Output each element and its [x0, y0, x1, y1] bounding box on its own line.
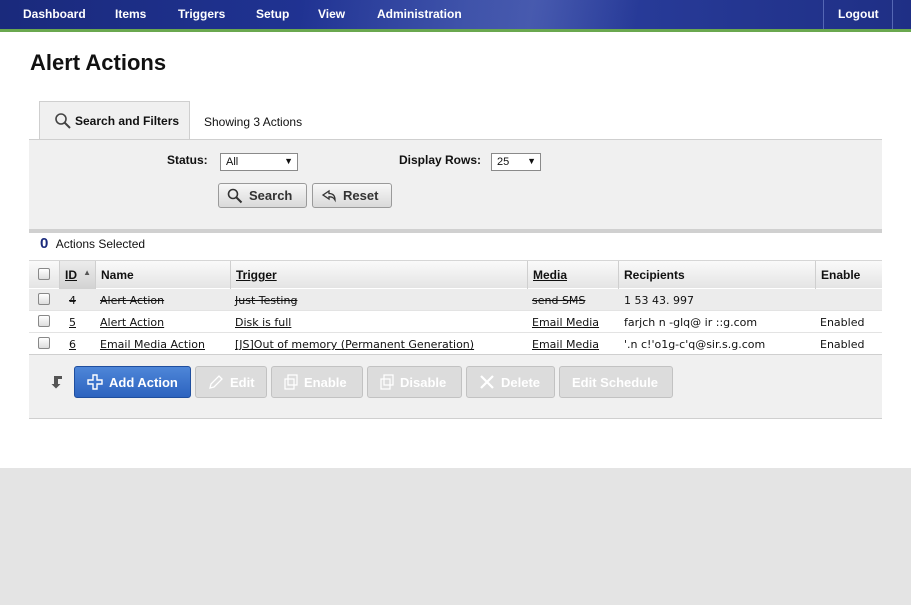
table-row: 5 Alert Action Disk is full Email Media … [29, 311, 882, 333]
status-select[interactable]: All ▼ [220, 153, 298, 171]
add-action-label: Add Action [109, 374, 178, 390]
row-media[interactable]: send SMS [532, 294, 585, 307]
row-trigger[interactable]: [JS]Out of memory (Permanent Generation) [235, 338, 474, 351]
nav-view[interactable]: View [318, 7, 345, 21]
enable-label: Enable [304, 374, 347, 390]
table-header: ID ▲ Name Trigger Media Recipients Enabl… [29, 260, 882, 289]
row-checkbox[interactable] [38, 315, 50, 327]
nav-dashboard[interactable]: Dashboard [23, 7, 86, 21]
row-id[interactable]: 6 [69, 338, 76, 351]
row-recipients: '.n c!'o1g-c'q@sir.s.g.com [624, 338, 766, 351]
logout-link[interactable]: Logout [838, 7, 879, 21]
edit-button[interactable]: Edit [195, 366, 267, 398]
header-select-all [29, 261, 59, 289]
edit-schedule-button[interactable]: Edit Schedule [559, 366, 673, 398]
dropdown-arrow-icon: ▼ [284, 156, 293, 166]
row-recipients: farjch n -glq@ ir ::g.com [624, 316, 758, 329]
column-id[interactable]: ID ▲ [59, 261, 95, 289]
delete-icon [480, 375, 494, 389]
disable-label: Disable [400, 374, 447, 390]
tab-search-filters[interactable]: Search and Filters [39, 101, 190, 140]
row-name[interactable]: Alert Action [100, 294, 164, 307]
row-enable: Enabled [820, 316, 865, 329]
status-select-value: All [226, 156, 239, 168]
row-media[interactable]: Email Media [532, 316, 599, 329]
select-all-checkbox[interactable] [38, 268, 50, 280]
reset-icon [321, 189, 336, 202]
column-enable: Enable [815, 261, 882, 289]
nav-triggers[interactable]: Triggers [178, 7, 225, 21]
divider [29, 229, 882, 233]
row-checkbox[interactable] [38, 293, 50, 305]
row-id[interactable]: 5 [69, 316, 76, 329]
row-name[interactable]: Email Media Action [100, 338, 205, 351]
plus-icon [87, 374, 103, 390]
nav-items[interactable]: Items [115, 7, 146, 21]
delete-button[interactable]: Delete [466, 366, 555, 398]
row-trigger[interactable]: Just Testing [235, 294, 297, 307]
add-action-button[interactable]: Add Action [74, 366, 191, 398]
nav-administration[interactable]: Administration [377, 7, 462, 21]
disable-icon [380, 374, 394, 390]
status-label: Status: [167, 153, 208, 167]
column-recipients: Recipients [618, 261, 815, 289]
enable-icon [284, 374, 298, 390]
selected-count: 0 [40, 235, 49, 252]
column-name: Name [95, 261, 230, 289]
search-icon [54, 112, 72, 130]
top-navigation: Dashboard Items Triggers Setup View Admi… [0, 0, 911, 32]
row-enable: Enabled [820, 338, 865, 351]
search-button-label: Search [249, 188, 293, 203]
column-trigger[interactable]: Trigger [230, 261, 527, 289]
page-title: Alert Actions [30, 50, 167, 75]
showing-count: Showing 3 Actions [204, 115, 303, 129]
disable-button[interactable]: Disable [367, 366, 462, 398]
display-rows-value: 25 [497, 156, 510, 168]
edit-schedule-label: Edit Schedule [572, 374, 658, 390]
nav-setup[interactable]: Setup [256, 7, 289, 21]
filter-panel: Status: All ▼ Display Rows: 25 ▼ Search … [29, 139, 882, 229]
row-recipients: 1 53 43. 997 [624, 294, 694, 307]
delete-label: Delete [501, 374, 541, 390]
row-media[interactable]: Email Media [532, 338, 599, 351]
sort-asc-icon: ▲ [83, 268, 91, 277]
tab-search-filters-label: Search and Filters [75, 114, 180, 128]
footer-area [0, 468, 911, 605]
row-name[interactable]: Alert Action [100, 316, 164, 329]
display-rows-label: Display Rows: [399, 153, 482, 167]
display-rows-select[interactable]: 25 ▼ [491, 153, 541, 171]
selected-label: Actions Selected [55, 237, 146, 251]
search-button[interactable]: Search [218, 183, 307, 208]
row-checkbox[interactable] [38, 337, 50, 349]
dropdown-arrow-icon: ▼ [527, 156, 536, 166]
action-bar: Add Action Edit Enable Disable Delete Ed… [29, 354, 882, 419]
pencil-icon [209, 375, 223, 389]
arrow-down-icon [51, 375, 63, 392]
logout-container: Logout [823, 0, 893, 29]
reset-button-label: Reset [343, 188, 379, 203]
row-id[interactable]: 4 [69, 294, 76, 307]
column-media[interactable]: Media [527, 261, 618, 289]
reset-button[interactable]: Reset [312, 183, 392, 208]
selection-summary: 0 Actions Selected [40, 235, 145, 252]
enable-button[interactable]: Enable [271, 366, 363, 398]
column-id-label: ID [65, 268, 77, 282]
table-row: 6 Email Media Action [JS]Out of memory (… [29, 333, 882, 355]
edit-label: Edit [230, 374, 255, 390]
row-trigger[interactable]: Disk is full [235, 316, 291, 329]
nav-decoration [300, 0, 720, 29]
table-row: 4 Alert Action Just Testing send SMS 1 5… [29, 289, 882, 311]
search-icon [227, 188, 243, 203]
